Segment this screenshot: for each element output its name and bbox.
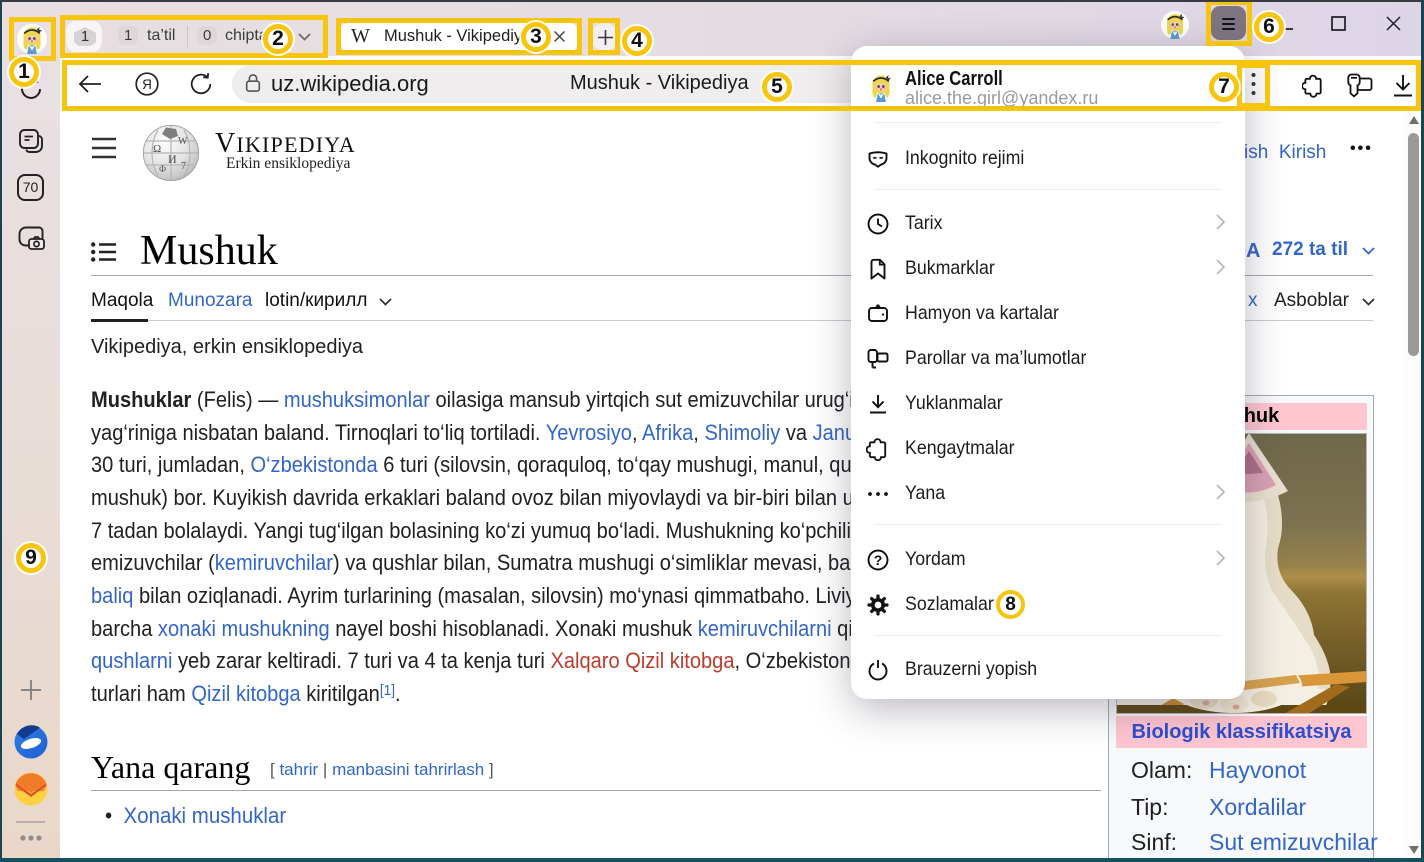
svg-text:Ω: Ω: [153, 143, 161, 155]
svg-text:Ф: Ф: [159, 164, 166, 174]
svg-text:?: ?: [874, 552, 883, 568]
svg-text:W: W: [178, 136, 188, 147]
svg-text:И: И: [168, 152, 177, 166]
svg-text:7: 7: [181, 161, 186, 172]
